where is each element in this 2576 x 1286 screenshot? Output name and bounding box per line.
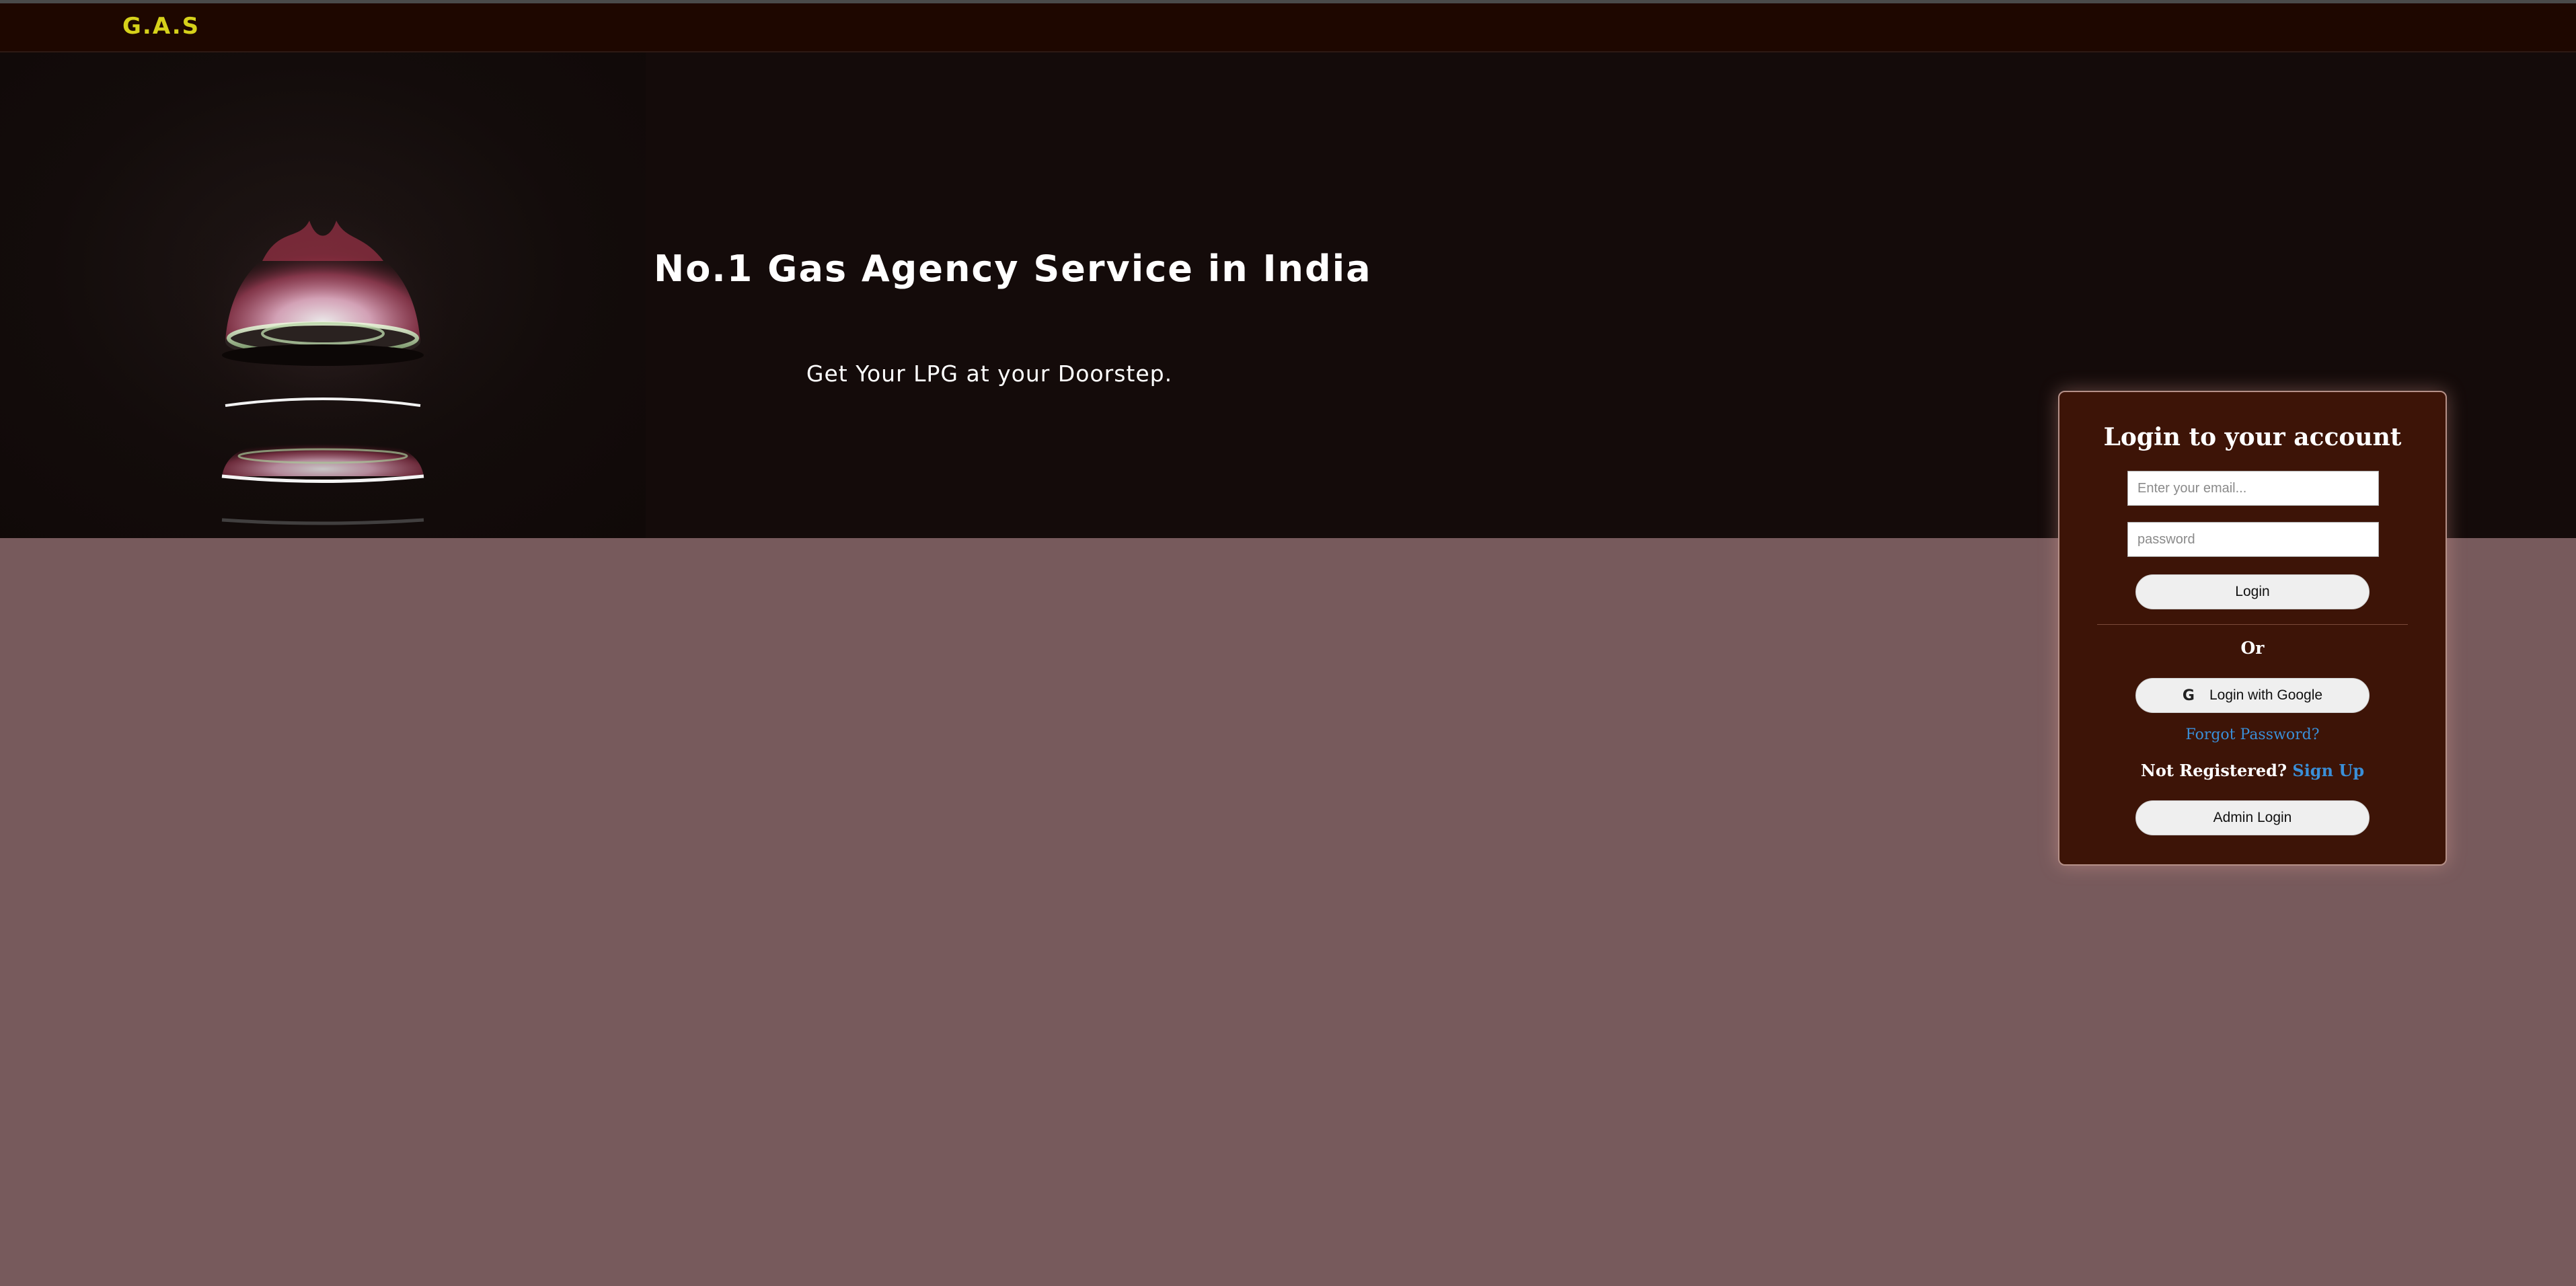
hero-title: No.1 Gas Agency Service in India: [654, 248, 1372, 290]
forgot-password-link[interactable]: Forgot Password?: [2059, 726, 2446, 743]
google-login-label: Login with Google: [2209, 687, 2323, 703]
hero-subtitle: Get Your LPG at your Doorstep.: [806, 361, 1173, 387]
admin-login-button[interactable]: Admin Login: [2135, 800, 2370, 835]
hero-image: [0, 52, 646, 538]
divider: [2097, 624, 2408, 625]
navbar: G.A.S: [0, 3, 2576, 52]
or-separator: Or: [2240, 638, 2265, 658]
gas-burner-image: [168, 180, 478, 525]
brand-logo[interactable]: G.A.S: [122, 13, 200, 40]
google-login-button[interactable]: G Login with Google: [2135, 678, 2370, 713]
login-button[interactable]: Login: [2135, 574, 2370, 609]
not-registered-text: Not Registered?: [2140, 761, 2287, 780]
register-line: Not Registered? Sign Up: [2059, 761, 2446, 780]
google-icon: G: [2182, 687, 2195, 704]
password-input[interactable]: [2127, 522, 2379, 557]
login-title: Login to your account: [2103, 423, 2402, 451]
login-card: Login to your account Login Or G Login w…: [2058, 391, 2447, 866]
email-input[interactable]: [2127, 471, 2379, 506]
sign-up-link[interactable]: Sign Up: [2292, 761, 2364, 780]
